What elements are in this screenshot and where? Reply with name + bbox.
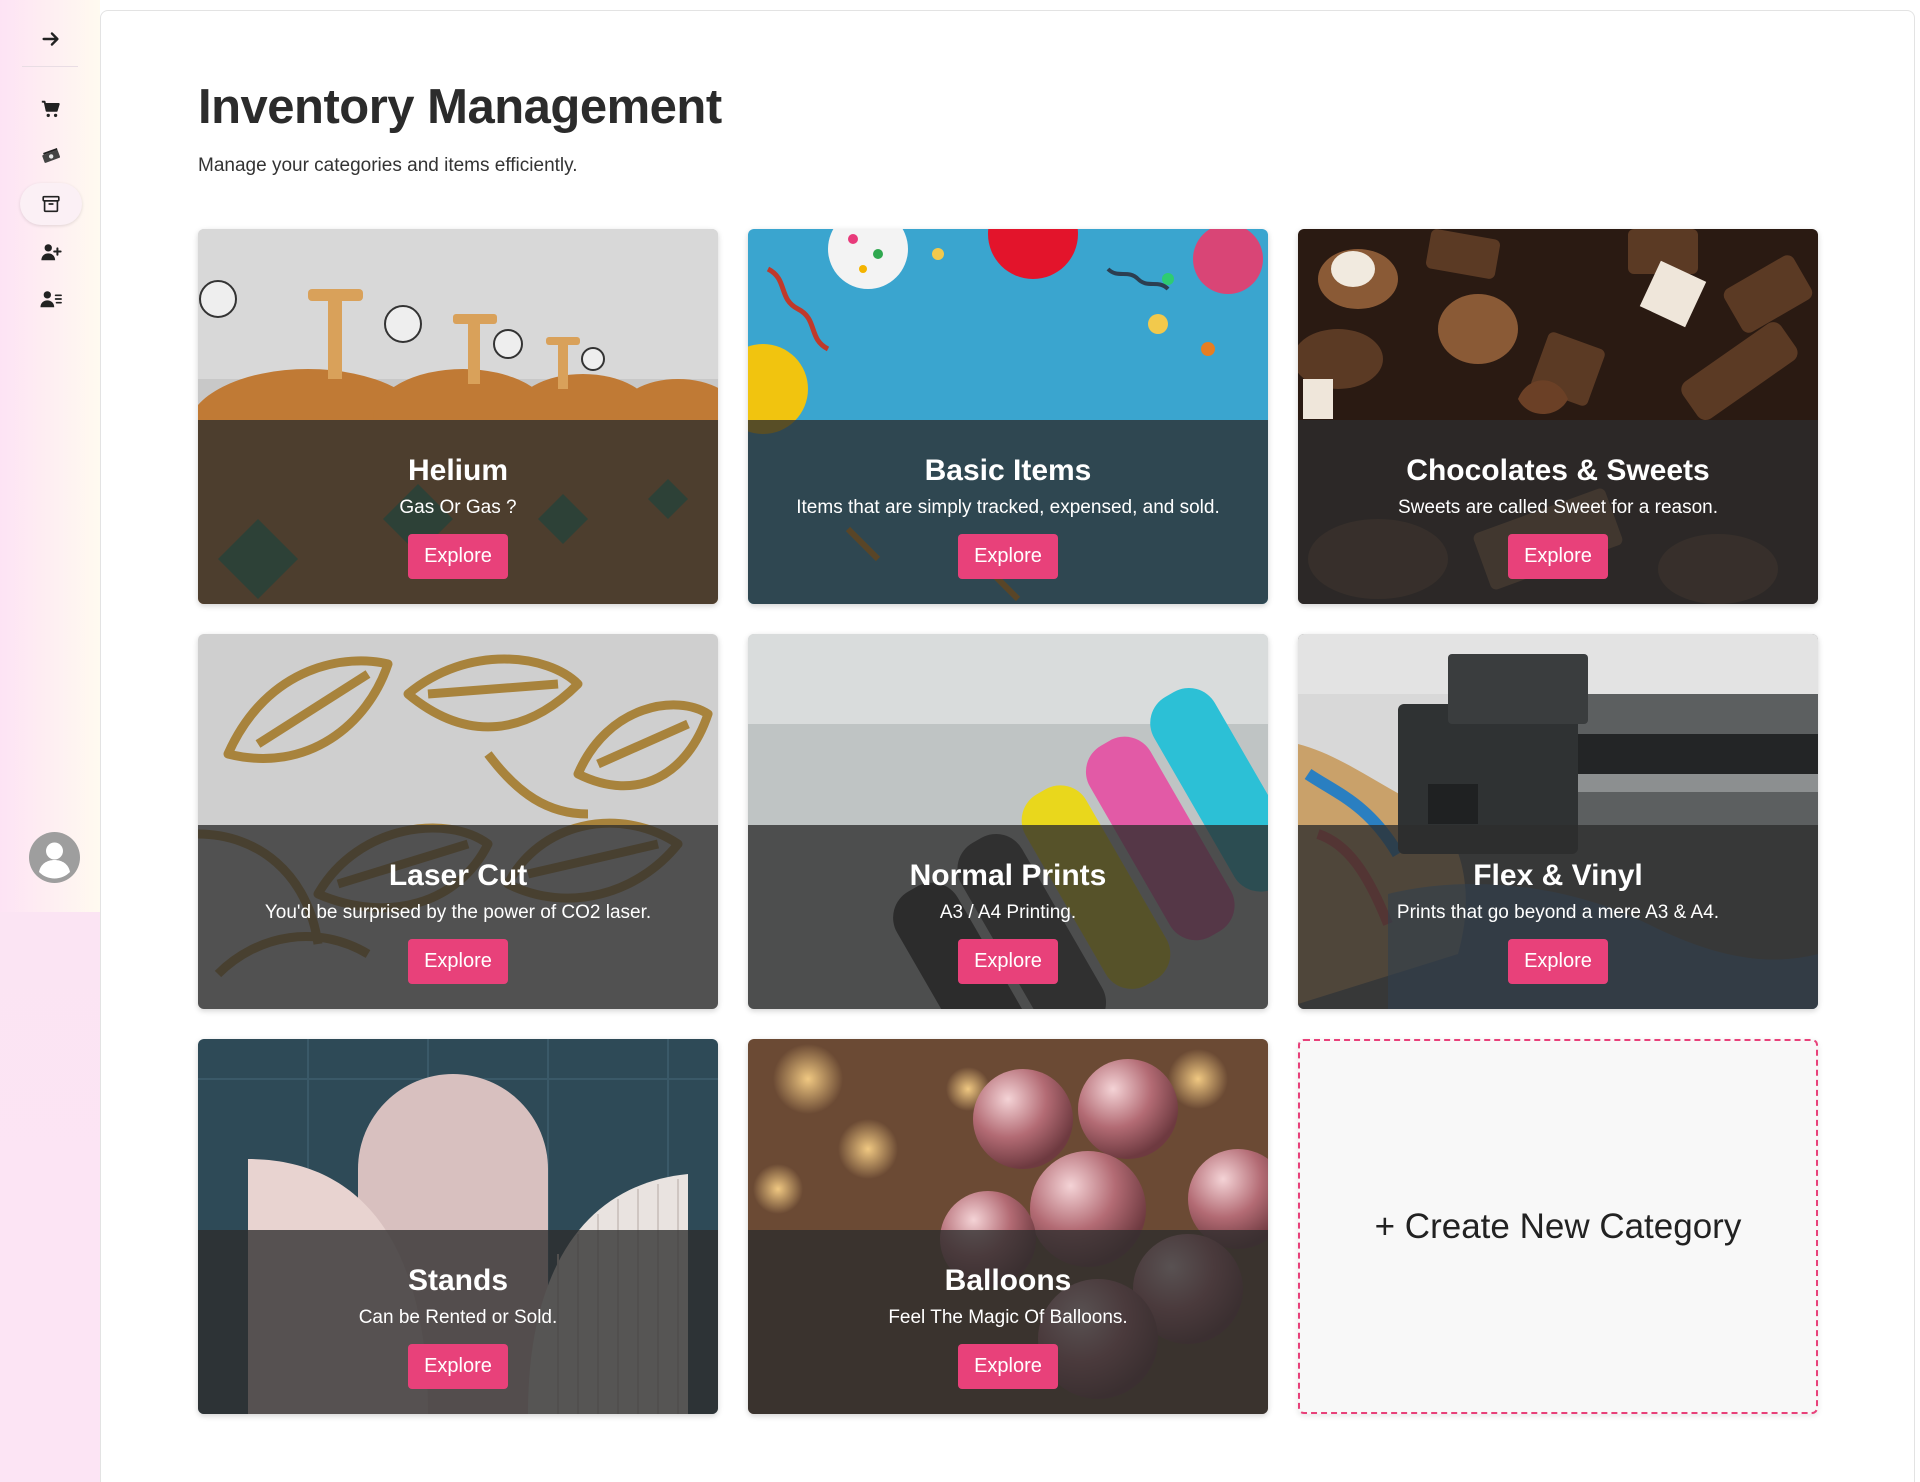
sidebar-divider [22, 66, 78, 67]
category-card-normal-prints: Normal Prints A3 / A4 Printing. Explore [748, 634, 1268, 1009]
sidebar-item-user-list[interactable] [20, 278, 82, 320]
card-title: Balloons [944, 1264, 1072, 1297]
sidebar-item-cart[interactable] [20, 88, 82, 130]
expand-sidebar-button[interactable] [20, 18, 82, 60]
category-card-helium: Helium Gas Or Gas ? Explore [198, 229, 718, 604]
user-avatar[interactable] [29, 832, 80, 883]
card-description: You'd be surprised by the power of CO2 l… [264, 902, 652, 923]
category-card-chocolates-sweets: Chocolates & Sweets Sweets are called Sw… [1298, 229, 1818, 604]
card-description: Prints that go beyond a mere A3 & A4. [1396, 902, 1720, 923]
explore-button[interactable]: Explore [1508, 939, 1608, 984]
sidebar-item-inventory[interactable] [20, 183, 82, 225]
category-card-basic-items: Basic Items Items that are simply tracke… [748, 229, 1268, 604]
card-title: Chocolates & Sweets [1406, 454, 1710, 487]
card-title: Laser Cut [388, 859, 528, 892]
page-subtitle: Manage your categories and items efficie… [198, 155, 578, 176]
category-grid: Helium Gas Or Gas ? Explore Basic Items [198, 229, 1818, 1414]
page-title: Inventory Management [198, 80, 722, 134]
explore-button[interactable]: Explore [958, 1344, 1058, 1389]
money-icon [42, 148, 61, 163]
sidebar-item-money[interactable] [20, 135, 82, 177]
explore-button[interactable]: Explore [408, 939, 508, 984]
card-title: Helium [407, 454, 509, 487]
user-list-icon [40, 291, 62, 308]
card-description: Can be Rented or Sold. [358, 1307, 558, 1328]
card-title: Stands [407, 1264, 509, 1297]
category-card-stands: Stands Can be Rented or Sold. Explore [198, 1039, 718, 1414]
explore-button[interactable]: Explore [408, 534, 508, 579]
explore-button[interactable]: Explore [958, 534, 1058, 579]
card-title: Flex & Vinyl [1473, 859, 1643, 892]
card-title: Basic Items [924, 454, 1092, 487]
sidebar-item-add-user[interactable] [20, 231, 82, 273]
cart-icon [41, 100, 60, 118]
card-description: A3 / A4 Printing. [939, 902, 1077, 923]
sidebar [0, 0, 100, 1482]
create-new-category-label: + Create New Category [1374, 1206, 1742, 1246]
category-card-laser-cut: Laser Cut You'd be surprised by the powe… [198, 634, 718, 1009]
arrow-right-icon [42, 32, 59, 46]
user-avatar-icon [39, 842, 70, 879]
card-description: Gas Or Gas ? [399, 497, 517, 518]
main-panel: Inventory Management Manage your categor… [100, 10, 1915, 1482]
create-new-category-card[interactable]: + Create New Category [1298, 1039, 1818, 1414]
explore-button[interactable]: Explore [958, 939, 1058, 984]
card-description: Items that are simply tracked, expensed,… [796, 497, 1220, 518]
card-description: Feel The Magic Of Balloons. [888, 1307, 1128, 1328]
explore-button[interactable]: Explore [1508, 534, 1608, 579]
card-title: Normal Prints [909, 859, 1107, 892]
archive-icon [42, 195, 60, 213]
category-card-balloons: Balloons Feel The Magic Of Balloons. Exp… [748, 1039, 1268, 1414]
card-description: Sweets are called Sweet for a reason. [1397, 497, 1718, 518]
category-card-flex-vinyl: Flex & Vinyl Prints that go beyond a mer… [1298, 634, 1818, 1009]
user-plus-icon [41, 244, 62, 261]
explore-button[interactable]: Explore [408, 1344, 508, 1389]
